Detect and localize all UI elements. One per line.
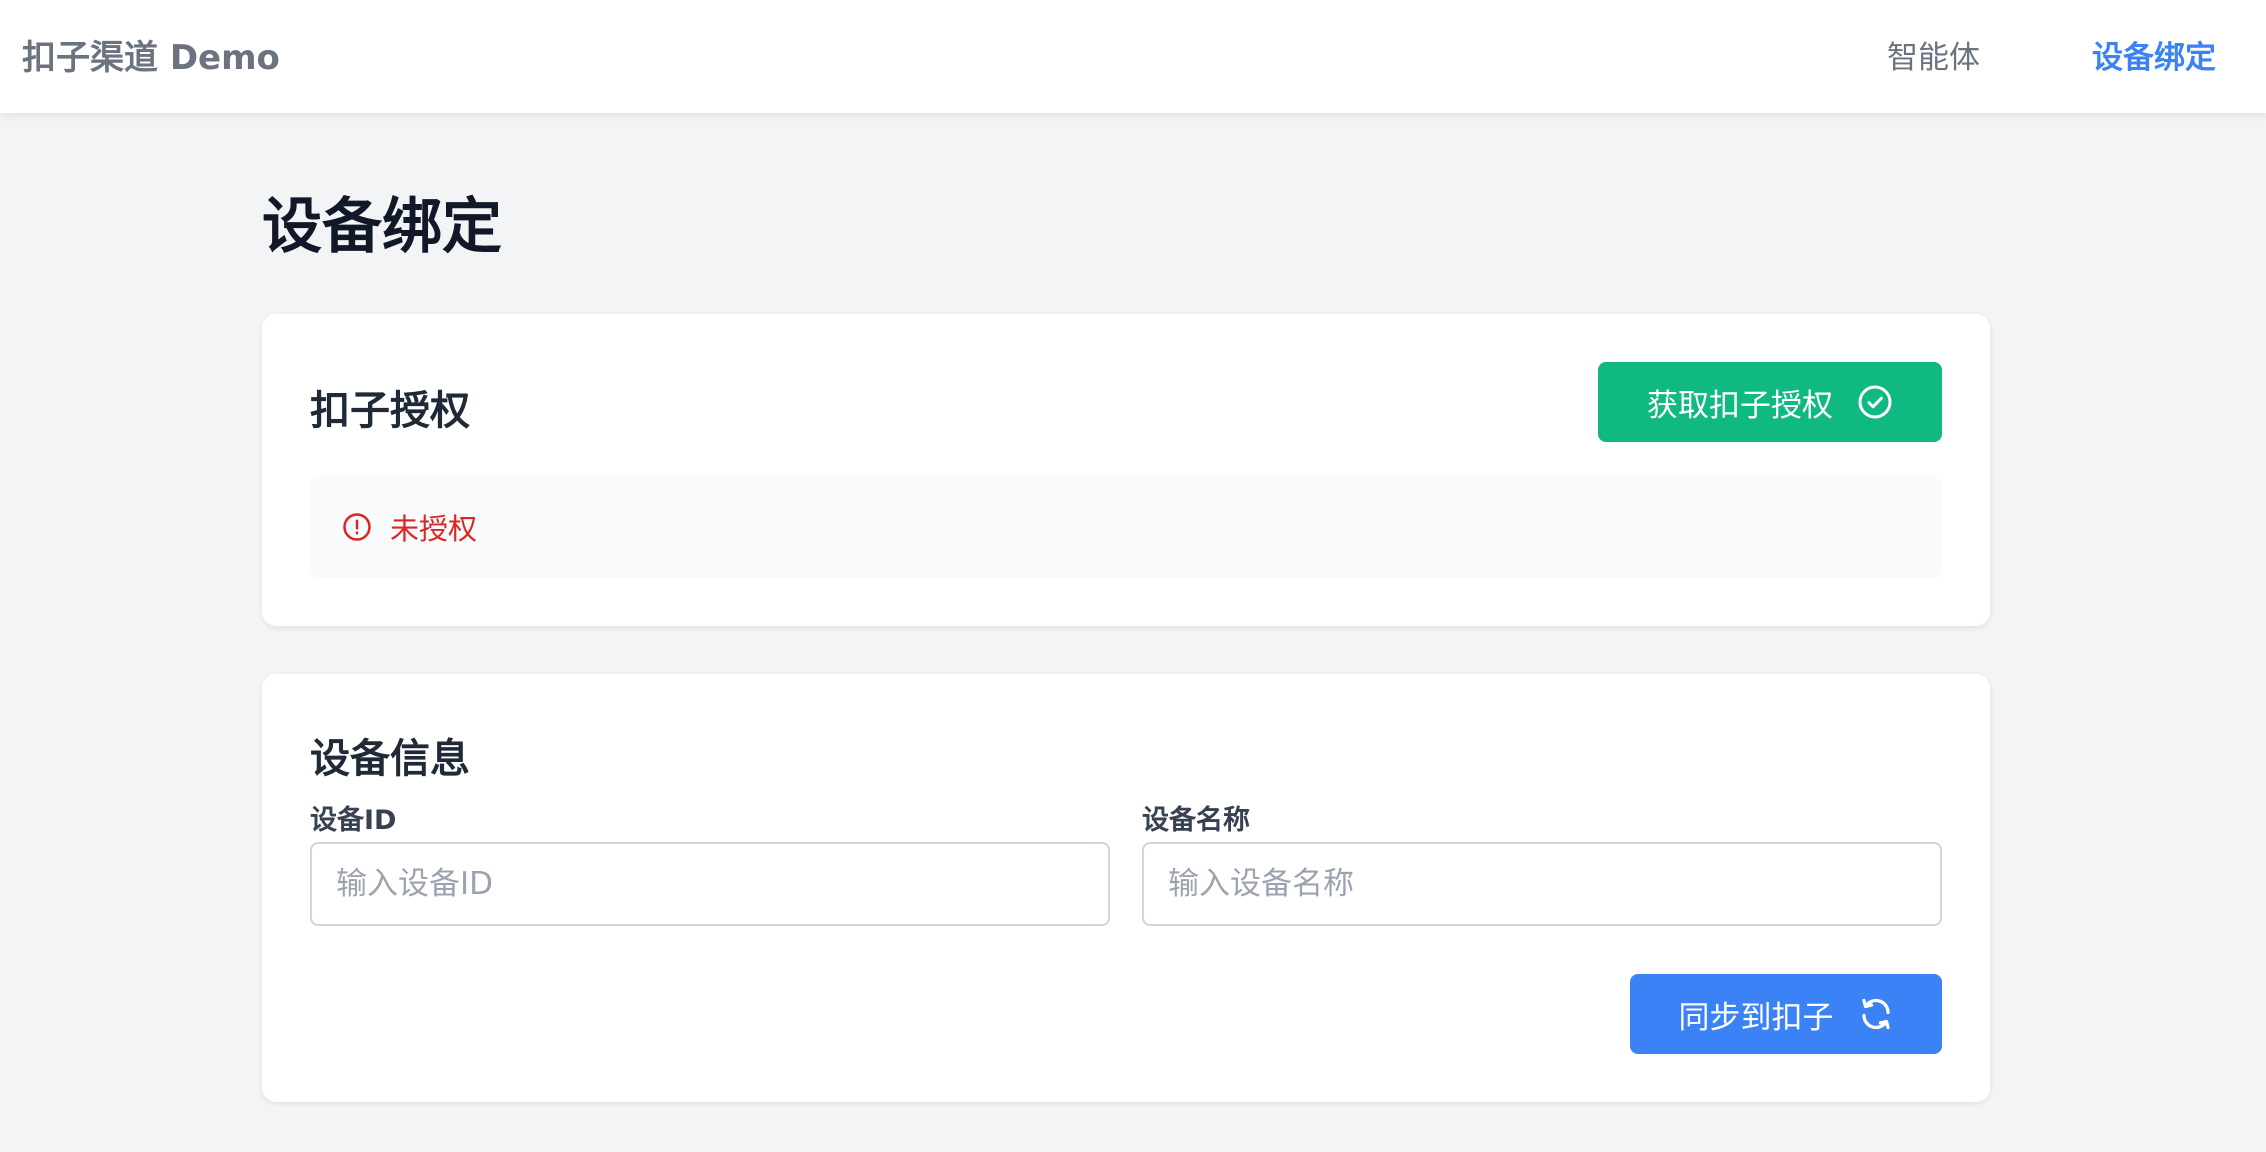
sync-to-coze-button[interactable]: 同步到扣子 — [1630, 974, 1942, 1054]
sync-button-label: 同步到扣子 — [1678, 999, 1834, 1036]
device-name-label: 设备名称 — [1142, 805, 1250, 836]
device-id-label: 设备ID — [310, 805, 397, 836]
alert-circle-icon — [342, 512, 372, 542]
top-nav-bar: 扣子渠道 Demo 智能体 设备绑定 — [0, 0, 2266, 113]
nav-item-device-binding[interactable]: 设备绑定 — [2092, 32, 2216, 77]
brand-title[interactable]: 扣子渠道 Demo — [22, 30, 280, 79]
auth-card-title: 扣子授权 — [310, 388, 470, 434]
check-circle-icon — [1858, 385, 1892, 419]
get-auth-button[interactable]: 获取扣子授权 — [1598, 362, 1942, 442]
auth-status-box: 未授权 — [310, 476, 1942, 578]
device-info-card: 设备信息 设备ID 设备名称 同步到扣子 — [262, 674, 1990, 1102]
auth-card: 扣子授权 获取扣子授权 未授权 — [262, 314, 1990, 626]
page-title: 设备绑定 — [262, 192, 502, 262]
device-card-title: 设备信息 — [310, 736, 470, 782]
device-id-input[interactable] — [310, 842, 1110, 926]
device-name-input[interactable] — [1142, 842, 1942, 926]
nav-item-agents[interactable]: 智能体 — [1887, 32, 1980, 77]
get-auth-button-label: 获取扣子授权 — [1647, 387, 1833, 424]
refresh-icon — [1861, 998, 1890, 1030]
auth-status-text: 未授权 — [390, 512, 478, 546]
main-nav: 智能体 设备绑定 — [1887, 32, 2216, 77]
